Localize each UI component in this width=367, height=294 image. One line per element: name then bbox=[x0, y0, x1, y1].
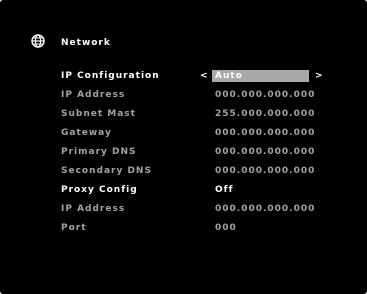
proxy-ip-address-value: 000.000.000.000 bbox=[215, 204, 316, 214]
secondary-dns-label: Secondary DNS bbox=[61, 166, 152, 176]
secondary-dns-value: 000.000.000.000 bbox=[215, 166, 316, 176]
port-label: Port bbox=[61, 223, 87, 233]
gateway-value: 000.000.000.000 bbox=[215, 128, 316, 138]
globe-icon bbox=[31, 34, 45, 48]
gateway-label: Gateway bbox=[61, 128, 112, 138]
port-value: 000 bbox=[215, 223, 237, 233]
primary-dns-value: 000.000.000.000 bbox=[215, 147, 316, 157]
ip-configuration-prev-arrow[interactable]: < bbox=[200, 71, 209, 81]
proxy-config-value: Off bbox=[215, 185, 234, 195]
ip-configuration-value: Auto bbox=[215, 71, 243, 81]
port-row[interactable]: Port 000 bbox=[61, 223, 351, 236]
subnet-mask-value: 255.000.000.000 bbox=[215, 109, 316, 119]
page-title: Network bbox=[61, 38, 111, 48]
ip-address-label: IP Address bbox=[61, 90, 126, 100]
subnet-mask-label: Subnet Mast bbox=[61, 109, 136, 119]
ip-address-value: 000.000.000.000 bbox=[215, 90, 316, 100]
primary-dns-label: Primary DNS bbox=[61, 147, 137, 157]
subnet-mask-row[interactable]: Subnet Mast 255.000.000.000 bbox=[61, 109, 351, 122]
proxy-config-row[interactable]: Proxy Config Off bbox=[61, 185, 351, 198]
secondary-dns-row[interactable]: Secondary DNS 000.000.000.000 bbox=[61, 166, 351, 179]
ip-address-row[interactable]: IP Address 000.000.000.000 bbox=[61, 90, 351, 103]
proxy-config-label: Proxy Config bbox=[61, 185, 138, 195]
ip-configuration-selector[interactable]: Auto bbox=[212, 70, 309, 82]
ip-configuration-label: IP Configuration bbox=[61, 71, 160, 81]
network-settings-screen: Network IP Configuration < Auto > IP Add… bbox=[0, 0, 367, 294]
ip-configuration-row[interactable]: IP Configuration < Auto > bbox=[61, 70, 351, 84]
ip-configuration-next-arrow[interactable]: > bbox=[315, 71, 324, 81]
gateway-row[interactable]: Gateway 000.000.000.000 bbox=[61, 128, 351, 141]
primary-dns-row[interactable]: Primary DNS 000.000.000.000 bbox=[61, 147, 351, 160]
proxy-ip-address-label: IP Address bbox=[61, 204, 126, 214]
proxy-ip-address-row[interactable]: IP Address 000.000.000.000 bbox=[61, 204, 351, 217]
